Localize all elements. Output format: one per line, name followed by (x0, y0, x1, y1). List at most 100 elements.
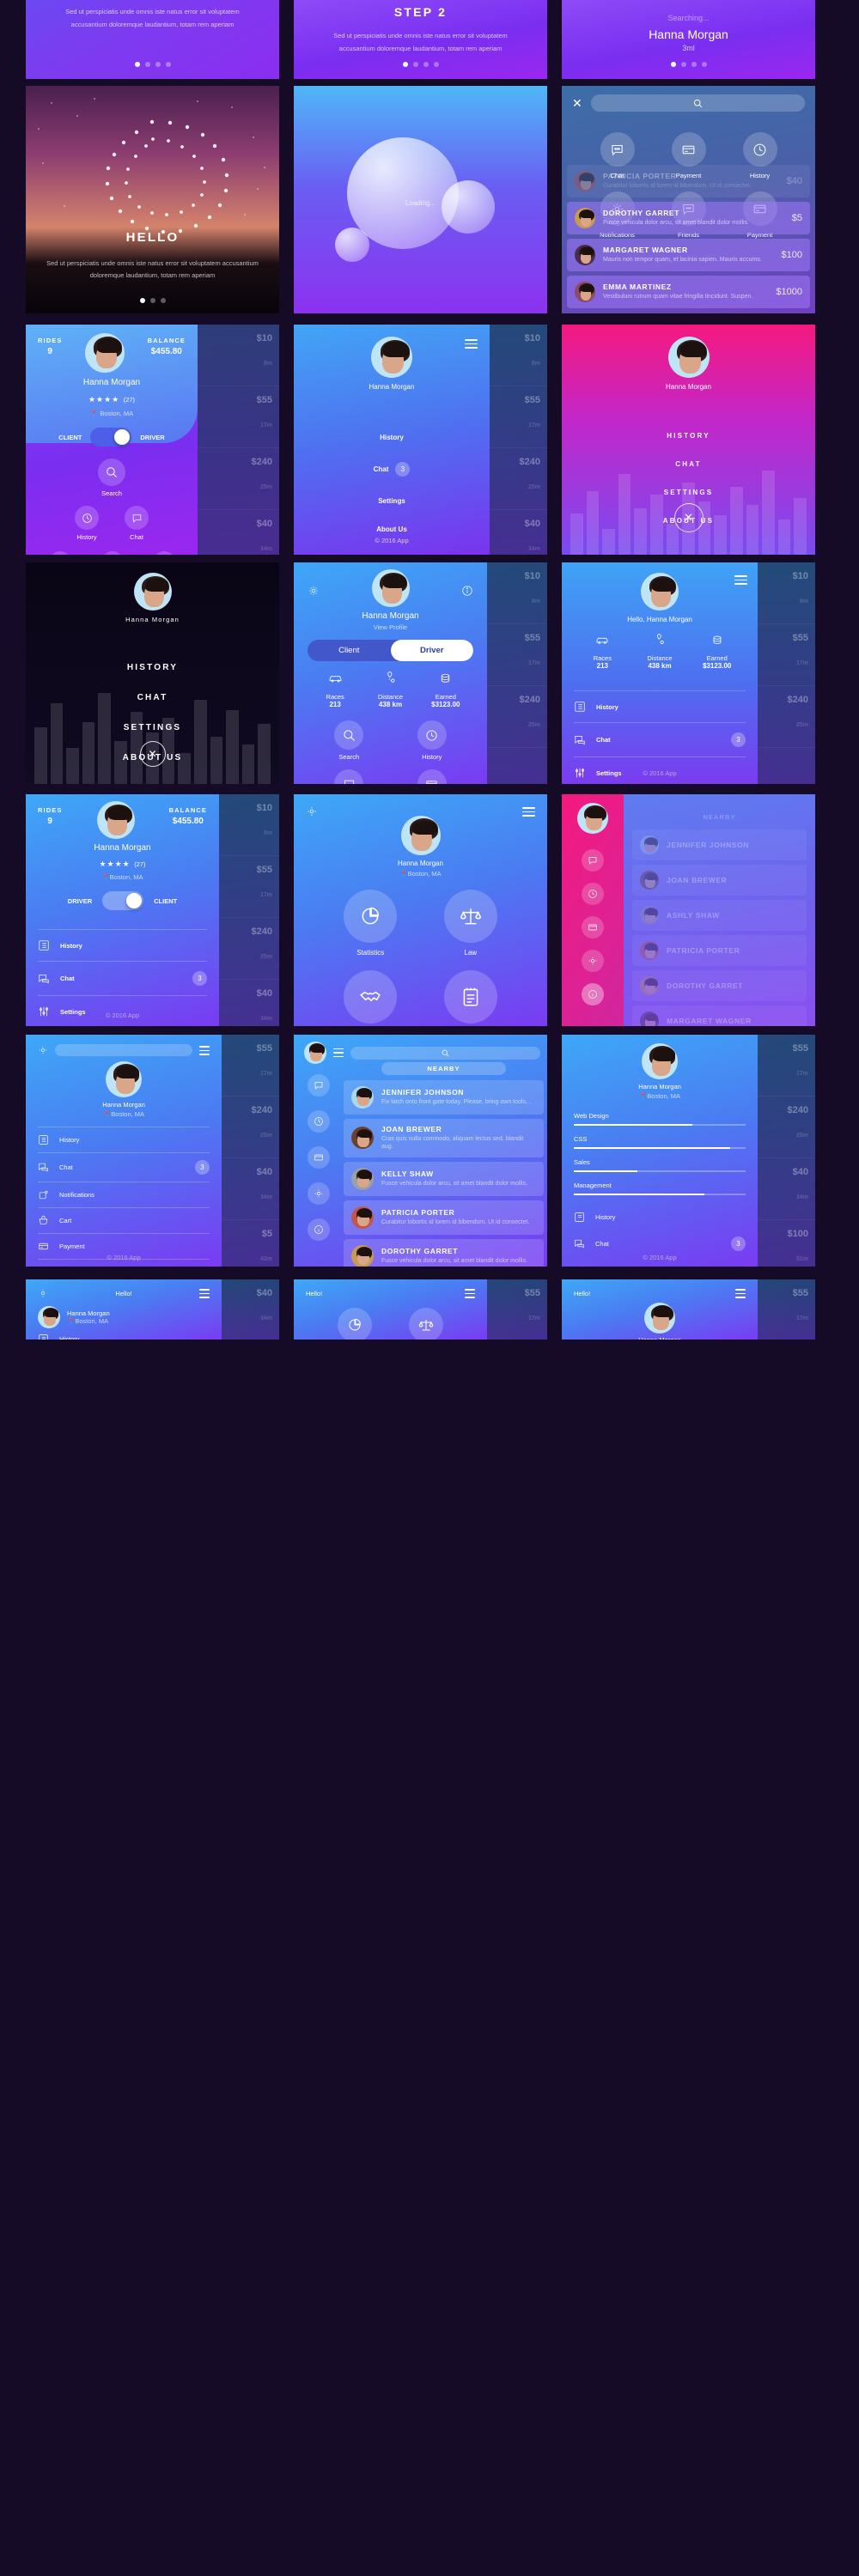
chat-icon[interactable] (308, 1074, 330, 1097)
chat-action[interactable]: Chat (125, 506, 149, 541)
pager-dot[interactable] (139, 298, 145, 303)
hamburger-icon[interactable] (465, 337, 478, 351)
tab-nearby[interactable]: NEARBY (381, 1062, 506, 1075)
pager-dot[interactable] (134, 62, 140, 67)
menu-item-history[interactable]: History (38, 930, 207, 961)
settings-action[interactable]: Settings (48, 551, 71, 555)
payment-action[interactable]: Payment (100, 551, 125, 555)
chat-icon[interactable] (582, 849, 604, 872)
pager-dot[interactable] (691, 62, 697, 67)
screen-menu-blue[interactable]: $10 8m $55 17m $240 25m $40 34m Hanna Morgan… (294, 325, 547, 555)
avatar[interactable] (133, 573, 172, 611)
avatar[interactable] (667, 337, 710, 378)
avatar[interactable] (304, 1042, 326, 1064)
avatar[interactable] (106, 1060, 142, 1097)
table-row[interactable]: DOROTHY GARRET (632, 970, 807, 1001)
hamburger-icon[interactable] (522, 805, 535, 819)
screen-tiles[interactable]: Hanna Morgan 📍Boston, MA Statistics Law … (294, 794, 547, 1026)
hamburger-icon[interactable] (199, 1286, 210, 1301)
tab-nearby[interactable]: NEARBY (632, 813, 807, 821)
screen-sidebar-menu[interactable]: $55 17m $240 25m $40 34m $5 42m Hanna Morgan… (26, 1035, 279, 1267)
avatar[interactable] (577, 803, 608, 834)
screen-hello-card[interactable]: $10 8m $55 17m $240 25m Hello, Hanna Morgan… (562, 562, 815, 784)
table-row[interactable]: JENNIFER JOHNSON Fix latch onto front ga… (344, 1080, 544, 1115)
gear-icon[interactable] (582, 950, 604, 972)
tab-driver[interactable]: Driver (390, 640, 473, 661)
tile-reports[interactable]: Reports (423, 969, 519, 1026)
hamburger-icon[interactable] (735, 1286, 746, 1301)
avatar[interactable] (641, 573, 679, 611)
pager-dot[interactable] (165, 62, 171, 67)
role-toggle[interactable]: DRIVER CLIENT (38, 891, 207, 910)
screen-hello-splash[interactable]: HELLO Sed ut perspiciatis unde omnis ist… (26, 86, 279, 313)
avatar[interactable] (400, 815, 441, 855)
table-row[interactable]: ASHLY SHAW (632, 900, 807, 931)
avatar[interactable] (85, 333, 125, 373)
info-icon[interactable] (582, 983, 604, 1005)
role-tabs[interactable]: Client Driver (308, 640, 473, 661)
screen-bottom-left[interactable]: $40 34m Hello! Hanna Morgan 📍Boston, MA H… (26, 1279, 279, 1340)
screen-search-grid[interactable]: ✕ Chat Payment History Notifications Fri… (562, 86, 815, 313)
role-toggle[interactable]: CLIENT DRIVER (26, 428, 198, 447)
screen-skills[interactable]: $55 17m $240 25m $40 34m $100 51m Hanna Morg… (562, 1035, 815, 1267)
table-row[interactable]: JOAN BREWER Cras quis nulla commodo, ali… (344, 1119, 544, 1157)
menu-item-history[interactable]: History (574, 691, 746, 722)
info-action[interactable]: Info (152, 551, 175, 555)
avatar[interactable] (38, 1305, 60, 1328)
search-input[interactable] (590, 94, 805, 112)
menu-item-chat[interactable]: Chat 3 (294, 452, 490, 487)
table-row[interactable]: DOROTHY GARRET Fusce vehicula dolor arcu… (344, 1238, 544, 1267)
menu-item-notifications[interactable]: Notifications (38, 1182, 210, 1207)
action-history[interactable]: History (417, 720, 447, 761)
pager-dot[interactable] (423, 62, 429, 67)
card-icon[interactable] (582, 916, 604, 939)
screen-nearby-list[interactable]: NEARBY JENNIFER JOHNSON Fix latch onto f… (294, 1035, 547, 1267)
card-icon[interactable] (308, 1146, 330, 1169)
pager-dot[interactable] (402, 62, 408, 67)
screen-bottom-right[interactable]: $5517m Hello! Hanna Morgan Followers (562, 1279, 815, 1340)
gear-icon[interactable] (38, 1045, 48, 1055)
table-row[interactable]: PATRICIA PORTER (632, 935, 807, 966)
menu-item-chat[interactable]: CHAT (26, 683, 279, 713)
pager-dot[interactable] (680, 62, 686, 67)
pager-dot[interactable] (149, 298, 155, 303)
pager-dot[interactable] (144, 62, 150, 67)
gear-icon[interactable] (308, 585, 320, 597)
screen-onboarding-2[interactable]: STEP 2 Sed ut perspiciatis unde omnis is… (294, 0, 547, 79)
table-row[interactable]: MARGARET WAGNER (632, 1005, 807, 1026)
avatar[interactable] (642, 1043, 678, 1079)
search-input[interactable] (350, 1046, 540, 1060)
screen-icon-rail[interactable]: NEARBY JENNIFER JOHNSON JOAN BREWER ASHL… (562, 794, 815, 1026)
table-row[interactable]: EMMA MARTINEZ Vestibulum rutrum quam vit… (567, 276, 810, 308)
clock-icon[interactable] (308, 1110, 330, 1133)
menu-item-history[interactable]: HISTORY (562, 422, 815, 450)
search-action[interactable]: Search (26, 459, 198, 497)
menu-item-chat[interactable]: Chat 3 (38, 1153, 210, 1182)
table-row[interactable]: KELLY SHAW Fusce vehicula dolor arcu, si… (344, 1161, 544, 1196)
clock-icon[interactable] (582, 883, 604, 905)
avatar[interactable] (371, 569, 410, 607)
menu-item-history[interactable]: History (574, 1205, 746, 1230)
role-switch[interactable] (90, 428, 132, 447)
screen-bottom-center[interactable]: $55 17m Hello! (294, 1279, 547, 1340)
pager-dot[interactable] (670, 62, 676, 67)
gear-icon[interactable] (38, 1288, 48, 1298)
menu-item-history[interactable]: History (38, 1328, 210, 1340)
pie-chart-icon[interactable] (338, 1307, 373, 1340)
history-action[interactable]: History (75, 506, 99, 541)
tile-partners[interactable]: Partners (323, 969, 418, 1026)
screen-menu-pink[interactable]: Hanna Morgan HISTORY CHAT SETTINGS ABOUT… (562, 325, 815, 555)
screen-onboarding-1[interactable]: Sed ut perspiciatis unde omnis iste natu… (26, 0, 279, 79)
role-switch[interactable] (102, 891, 144, 910)
table-row[interactable]: JENNIFER JOHNSON (632, 829, 807, 860)
hamburger-icon[interactable] (734, 573, 747, 587)
screen-profile-toggle[interactable]: $10 8m $55 17m $240 25m $40 34m RIDES 9 BALA… (26, 325, 279, 555)
close-icon[interactable]: ✕ (572, 97, 582, 109)
pager-dots[interactable] (294, 62, 547, 67)
avatar[interactable] (644, 1302, 675, 1334)
table-row[interactable]: PATRICIA PORTER Curabitur lobortis id lo… (344, 1200, 544, 1235)
hamburger-icon[interactable] (199, 1043, 210, 1058)
hamburger-icon[interactable] (465, 1286, 475, 1301)
pager-dot[interactable] (412, 62, 418, 67)
info-icon[interactable] (308, 1218, 330, 1241)
